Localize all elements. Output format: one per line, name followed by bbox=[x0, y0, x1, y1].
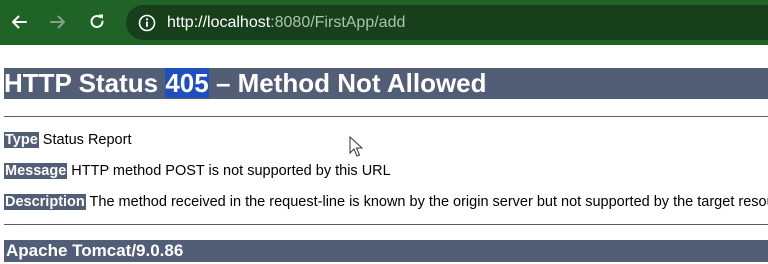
heading-suffix: – Method Not Allowed bbox=[208, 68, 487, 98]
heading-prefix: HTTP Status bbox=[4, 68, 166, 98]
url-path: :8080/FirstApp/add bbox=[270, 14, 406, 31]
address-bar[interactable]: http://localhost:8080/FirstApp/add bbox=[126, 5, 768, 40]
message-row: Message HTTP method POST is not supporte… bbox=[4, 161, 391, 181]
server-footer: Apache Tomcat/9.0.86 bbox=[4, 240, 768, 262]
status-heading: HTTP Status 405 – Method Not Allowed bbox=[4, 68, 768, 99]
description-row: Description The method received in the r… bbox=[4, 192, 768, 212]
divider-bottom bbox=[4, 224, 768, 225]
forward-button[interactable] bbox=[45, 9, 71, 35]
type-row: Type Status Report bbox=[4, 130, 131, 150]
url-text[interactable]: http://localhost:8080/FirstApp/add bbox=[167, 13, 405, 33]
divider-top bbox=[4, 116, 768, 117]
reload-icon bbox=[90, 14, 104, 28]
url-host: http://localhost bbox=[167, 14, 271, 31]
type-value: Status Report bbox=[38, 132, 132, 148]
browser-toolbar: http://localhost:8080/FirstApp/add bbox=[0, 0, 768, 45]
description-label: Description bbox=[4, 194, 86, 210]
reload-button[interactable] bbox=[84, 9, 110, 35]
arrow-right-icon bbox=[50, 15, 65, 29]
message-label: Message bbox=[4, 163, 68, 179]
status-code: 405 bbox=[165, 68, 209, 98]
info-icon[interactable] bbox=[136, 12, 157, 33]
type-label: Type bbox=[4, 132, 39, 148]
description-value: The method received in the request-line … bbox=[85, 194, 768, 210]
mouse-pointer-icon bbox=[349, 135, 364, 163]
message-value: HTTP method POST is not supported by thi… bbox=[67, 163, 391, 179]
back-button[interactable] bbox=[6, 9, 32, 35]
arrow-left-icon bbox=[12, 15, 27, 29]
